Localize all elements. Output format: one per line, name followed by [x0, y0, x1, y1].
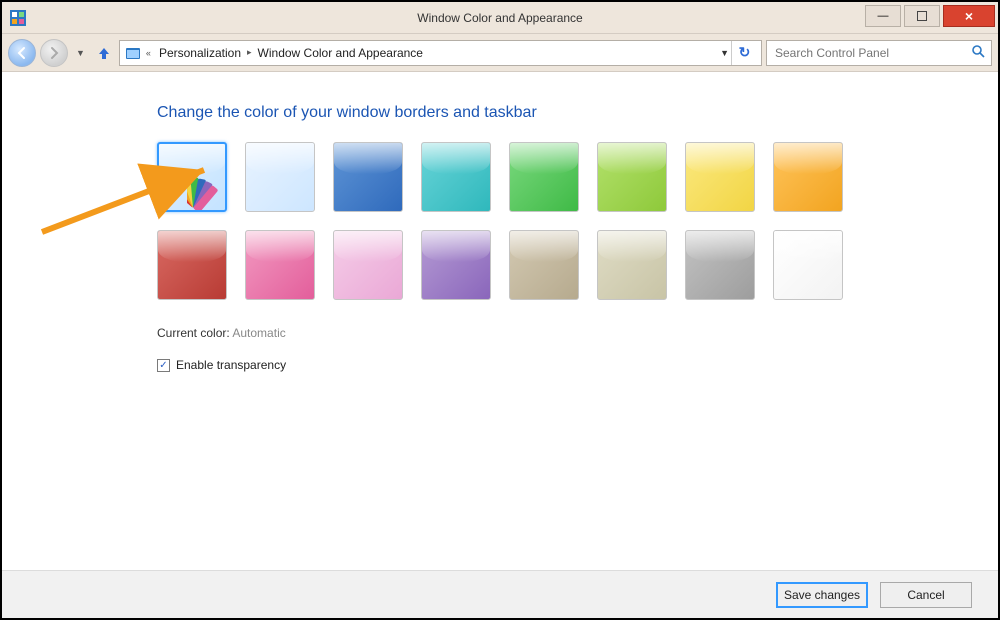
color-swatch-purple[interactable]: [421, 230, 491, 300]
address-dropdown[interactable]: ▼: [720, 48, 729, 58]
minimize-button[interactable]: ―: [865, 5, 901, 27]
control-panel-icon: [124, 44, 142, 62]
color-swatch-white[interactable]: [773, 230, 843, 300]
color-swatch-hot-pink[interactable]: [245, 230, 315, 300]
back-button[interactable]: [8, 39, 36, 67]
address-bar[interactable]: « Personalization ▸ Window Color and App…: [119, 40, 762, 66]
transparency-label: Enable transparency: [176, 358, 286, 372]
color-swatch-lime[interactable]: [597, 142, 667, 212]
refresh-button[interactable]: ↻: [731, 41, 757, 65]
color-swatch-blue[interactable]: [333, 142, 403, 212]
color-swatch-grid: [157, 142, 877, 300]
forward-button[interactable]: [40, 39, 68, 67]
color-fan-icon: [187, 174, 227, 212]
content-area: Change the color of your window borders …: [2, 74, 998, 568]
color-swatch-teal[interactable]: [421, 142, 491, 212]
window-title: Window Color and Appearance: [417, 11, 582, 25]
color-swatch-taupe[interactable]: [509, 230, 579, 300]
current-color-value: Automatic: [232, 326, 285, 340]
window-buttons: ― ×: [865, 2, 998, 33]
current-color-label: Current color:: [157, 326, 230, 340]
nav-history-dropdown[interactable]: ▼: [72, 48, 89, 58]
transparency-row[interactable]: ✓ Enable transparency: [157, 358, 998, 372]
color-swatch-light-pink[interactable]: [333, 230, 403, 300]
breadcrumb-item[interactable]: Window Color and Appearance: [254, 46, 427, 60]
titlebar: Window Color and Appearance ― ×: [2, 2, 998, 34]
breadcrumb-item[interactable]: Personalization: [155, 46, 245, 60]
chevron-right-icon: ▸: [247, 47, 252, 58]
search-icon: [971, 44, 985, 61]
color-swatch-orange[interactable]: [773, 142, 843, 212]
search-input[interactable]: [773, 45, 971, 61]
footer-bar: Save changes Cancel: [2, 570, 998, 618]
color-swatch-gray[interactable]: [685, 230, 755, 300]
transparency-checkbox[interactable]: ✓: [157, 359, 170, 372]
app-icon: [10, 10, 26, 26]
color-swatch-automatic[interactable]: [157, 142, 227, 212]
current-color-row: Current color: Automatic: [157, 326, 998, 340]
up-button[interactable]: [93, 42, 115, 64]
color-swatch-yellow[interactable]: [685, 142, 755, 212]
toolbar: ▼ « Personalization ▸ Window Color and A…: [2, 34, 998, 72]
chevron-left-icon: «: [144, 48, 153, 58]
color-swatch-green[interactable]: [509, 142, 579, 212]
color-swatch-red[interactable]: [157, 230, 227, 300]
page-heading: Change the color of your window borders …: [157, 104, 998, 122]
search-box[interactable]: [766, 40, 992, 66]
close-button[interactable]: ×: [943, 5, 995, 27]
color-swatch-light-blue[interactable]: [245, 142, 315, 212]
maximize-button[interactable]: [904, 5, 940, 27]
cancel-button[interactable]: Cancel: [880, 582, 972, 608]
save-button[interactable]: Save changes: [776, 582, 868, 608]
color-swatch-khaki[interactable]: [597, 230, 667, 300]
